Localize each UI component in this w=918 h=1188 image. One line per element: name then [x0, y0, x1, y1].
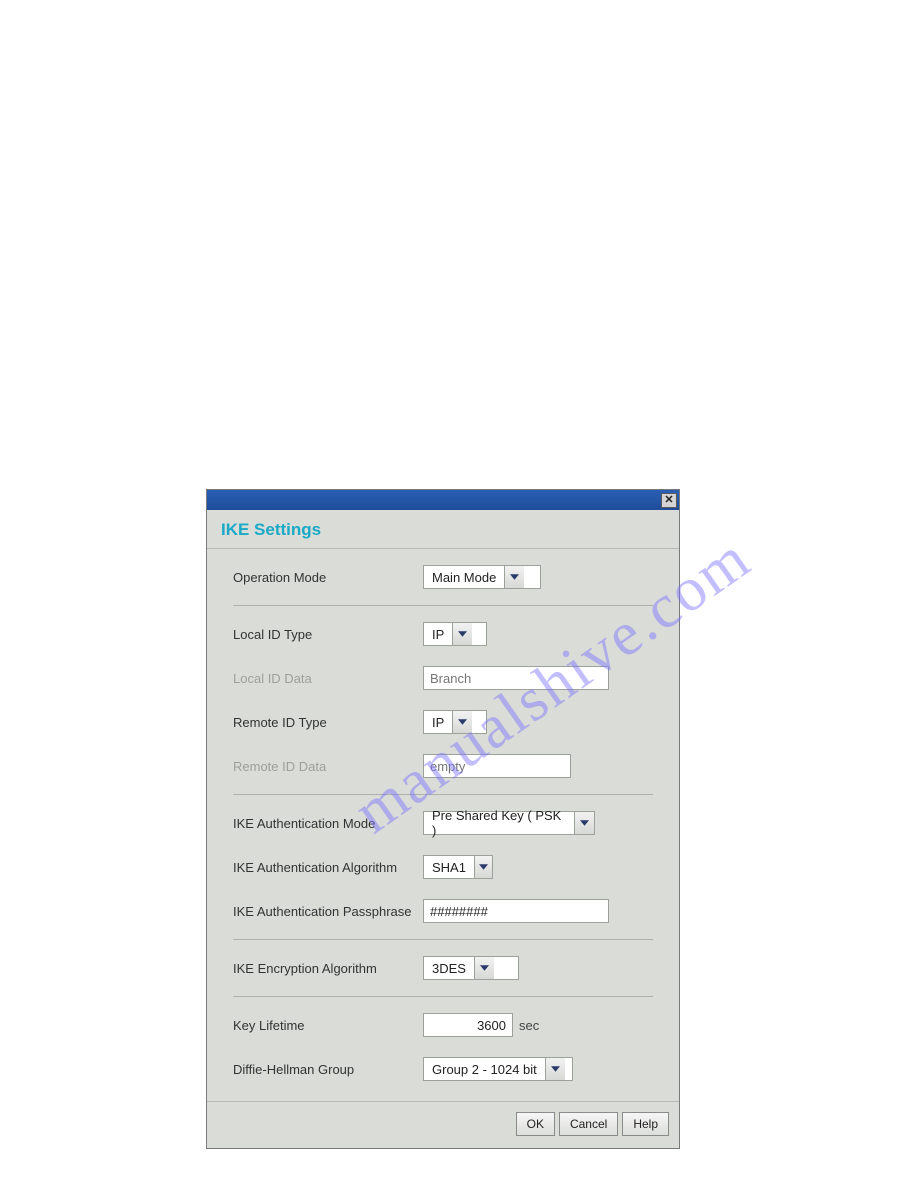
row-remote-id-data: Remote ID Data — [233, 744, 653, 788]
row-operation-mode: Operation Mode Main Mode — [233, 555, 653, 599]
remote-id-type-value: IP — [424, 711, 452, 733]
row-ike-auth-mode: IKE Authentication Mode Pre Shared Key (… — [233, 801, 653, 845]
chevron-down-icon — [474, 957, 494, 979]
dh-group-select[interactable]: Group 2 - 1024 bit — [423, 1057, 573, 1081]
row-ike-enc-algo: IKE Encryption Algorithm 3DES — [233, 946, 653, 990]
ike-auth-algo-label: IKE Authentication Algorithm — [233, 860, 423, 875]
key-lifetime-label: Key Lifetime — [233, 1018, 423, 1033]
ike-auth-algo-select[interactable]: SHA1 — [423, 855, 493, 879]
chevron-down-icon — [504, 566, 524, 588]
remote-id-data-input[interactable] — [423, 754, 571, 778]
dialog-titlebar: ✕ — [207, 490, 679, 510]
row-local-id-type: Local ID Type IP — [233, 612, 653, 656]
remote-id-data-label: Remote ID Data — [233, 759, 423, 774]
divider — [233, 996, 653, 997]
ike-auth-pass-input[interactable] — [423, 899, 609, 923]
ike-auth-mode-value: Pre Shared Key ( PSK ) — [424, 812, 574, 834]
local-id-type-select[interactable]: IP — [423, 622, 487, 646]
dh-group-label: Diffie-Hellman Group — [233, 1062, 423, 1077]
ok-button[interactable]: OK — [516, 1112, 555, 1136]
local-id-data-label: Local ID Data — [233, 671, 423, 686]
operation-mode-value: Main Mode — [424, 566, 504, 588]
chevron-down-icon — [452, 711, 472, 733]
ike-enc-algo-select[interactable]: 3DES — [423, 956, 519, 980]
row-dh-group: Diffie-Hellman Group Group 2 - 1024 bit — [233, 1047, 653, 1091]
operation-mode-select[interactable]: Main Mode — [423, 565, 541, 589]
row-key-lifetime: Key Lifetime sec — [233, 1003, 653, 1047]
row-ike-auth-algo: IKE Authentication Algorithm SHA1 — [233, 845, 653, 889]
local-id-type-label: Local ID Type — [233, 627, 423, 642]
cancel-button[interactable]: Cancel — [559, 1112, 618, 1136]
remote-id-type-label: Remote ID Type — [233, 715, 423, 730]
dialog-header: IKE Settings — [207, 510, 679, 549]
ike-auth-pass-label: IKE Authentication Passphrase — [233, 904, 423, 919]
ike-settings-dialog: ✕ IKE Settings Operation Mode Main Mode … — [206, 489, 680, 1149]
chevron-down-icon — [545, 1058, 565, 1080]
row-ike-auth-pass: IKE Authentication Passphrase — [233, 889, 653, 933]
close-icon: ✕ — [664, 495, 673, 506]
chevron-down-icon — [452, 623, 472, 645]
dh-group-value: Group 2 - 1024 bit — [424, 1058, 545, 1080]
ike-auth-mode-select[interactable]: Pre Shared Key ( PSK ) — [423, 811, 595, 835]
operation-mode-label: Operation Mode — [233, 570, 423, 585]
form-area: Operation Mode Main Mode Local ID Type I… — [207, 549, 679, 1101]
ike-auth-mode-label: IKE Authentication Mode — [233, 816, 423, 831]
help-button[interactable]: Help — [622, 1112, 669, 1136]
close-button[interactable]: ✕ — [661, 493, 677, 508]
ike-auth-algo-value: SHA1 — [424, 856, 474, 878]
local-id-type-value: IP — [424, 623, 452, 645]
ike-enc-algo-label: IKE Encryption Algorithm — [233, 961, 423, 976]
chevron-down-icon — [474, 856, 492, 878]
key-lifetime-input[interactable] — [423, 1013, 513, 1037]
row-remote-id-type: Remote ID Type IP — [233, 700, 653, 744]
ike-enc-algo-value: 3DES — [424, 957, 474, 979]
divider — [233, 605, 653, 606]
key-lifetime-unit: sec — [519, 1018, 539, 1033]
row-local-id-data: Local ID Data — [233, 656, 653, 700]
divider — [233, 939, 653, 940]
remote-id-type-select[interactable]: IP — [423, 710, 487, 734]
button-row: OK Cancel Help — [207, 1101, 679, 1148]
local-id-data-input[interactable] — [423, 666, 609, 690]
divider — [233, 794, 653, 795]
chevron-down-icon — [574, 812, 594, 834]
